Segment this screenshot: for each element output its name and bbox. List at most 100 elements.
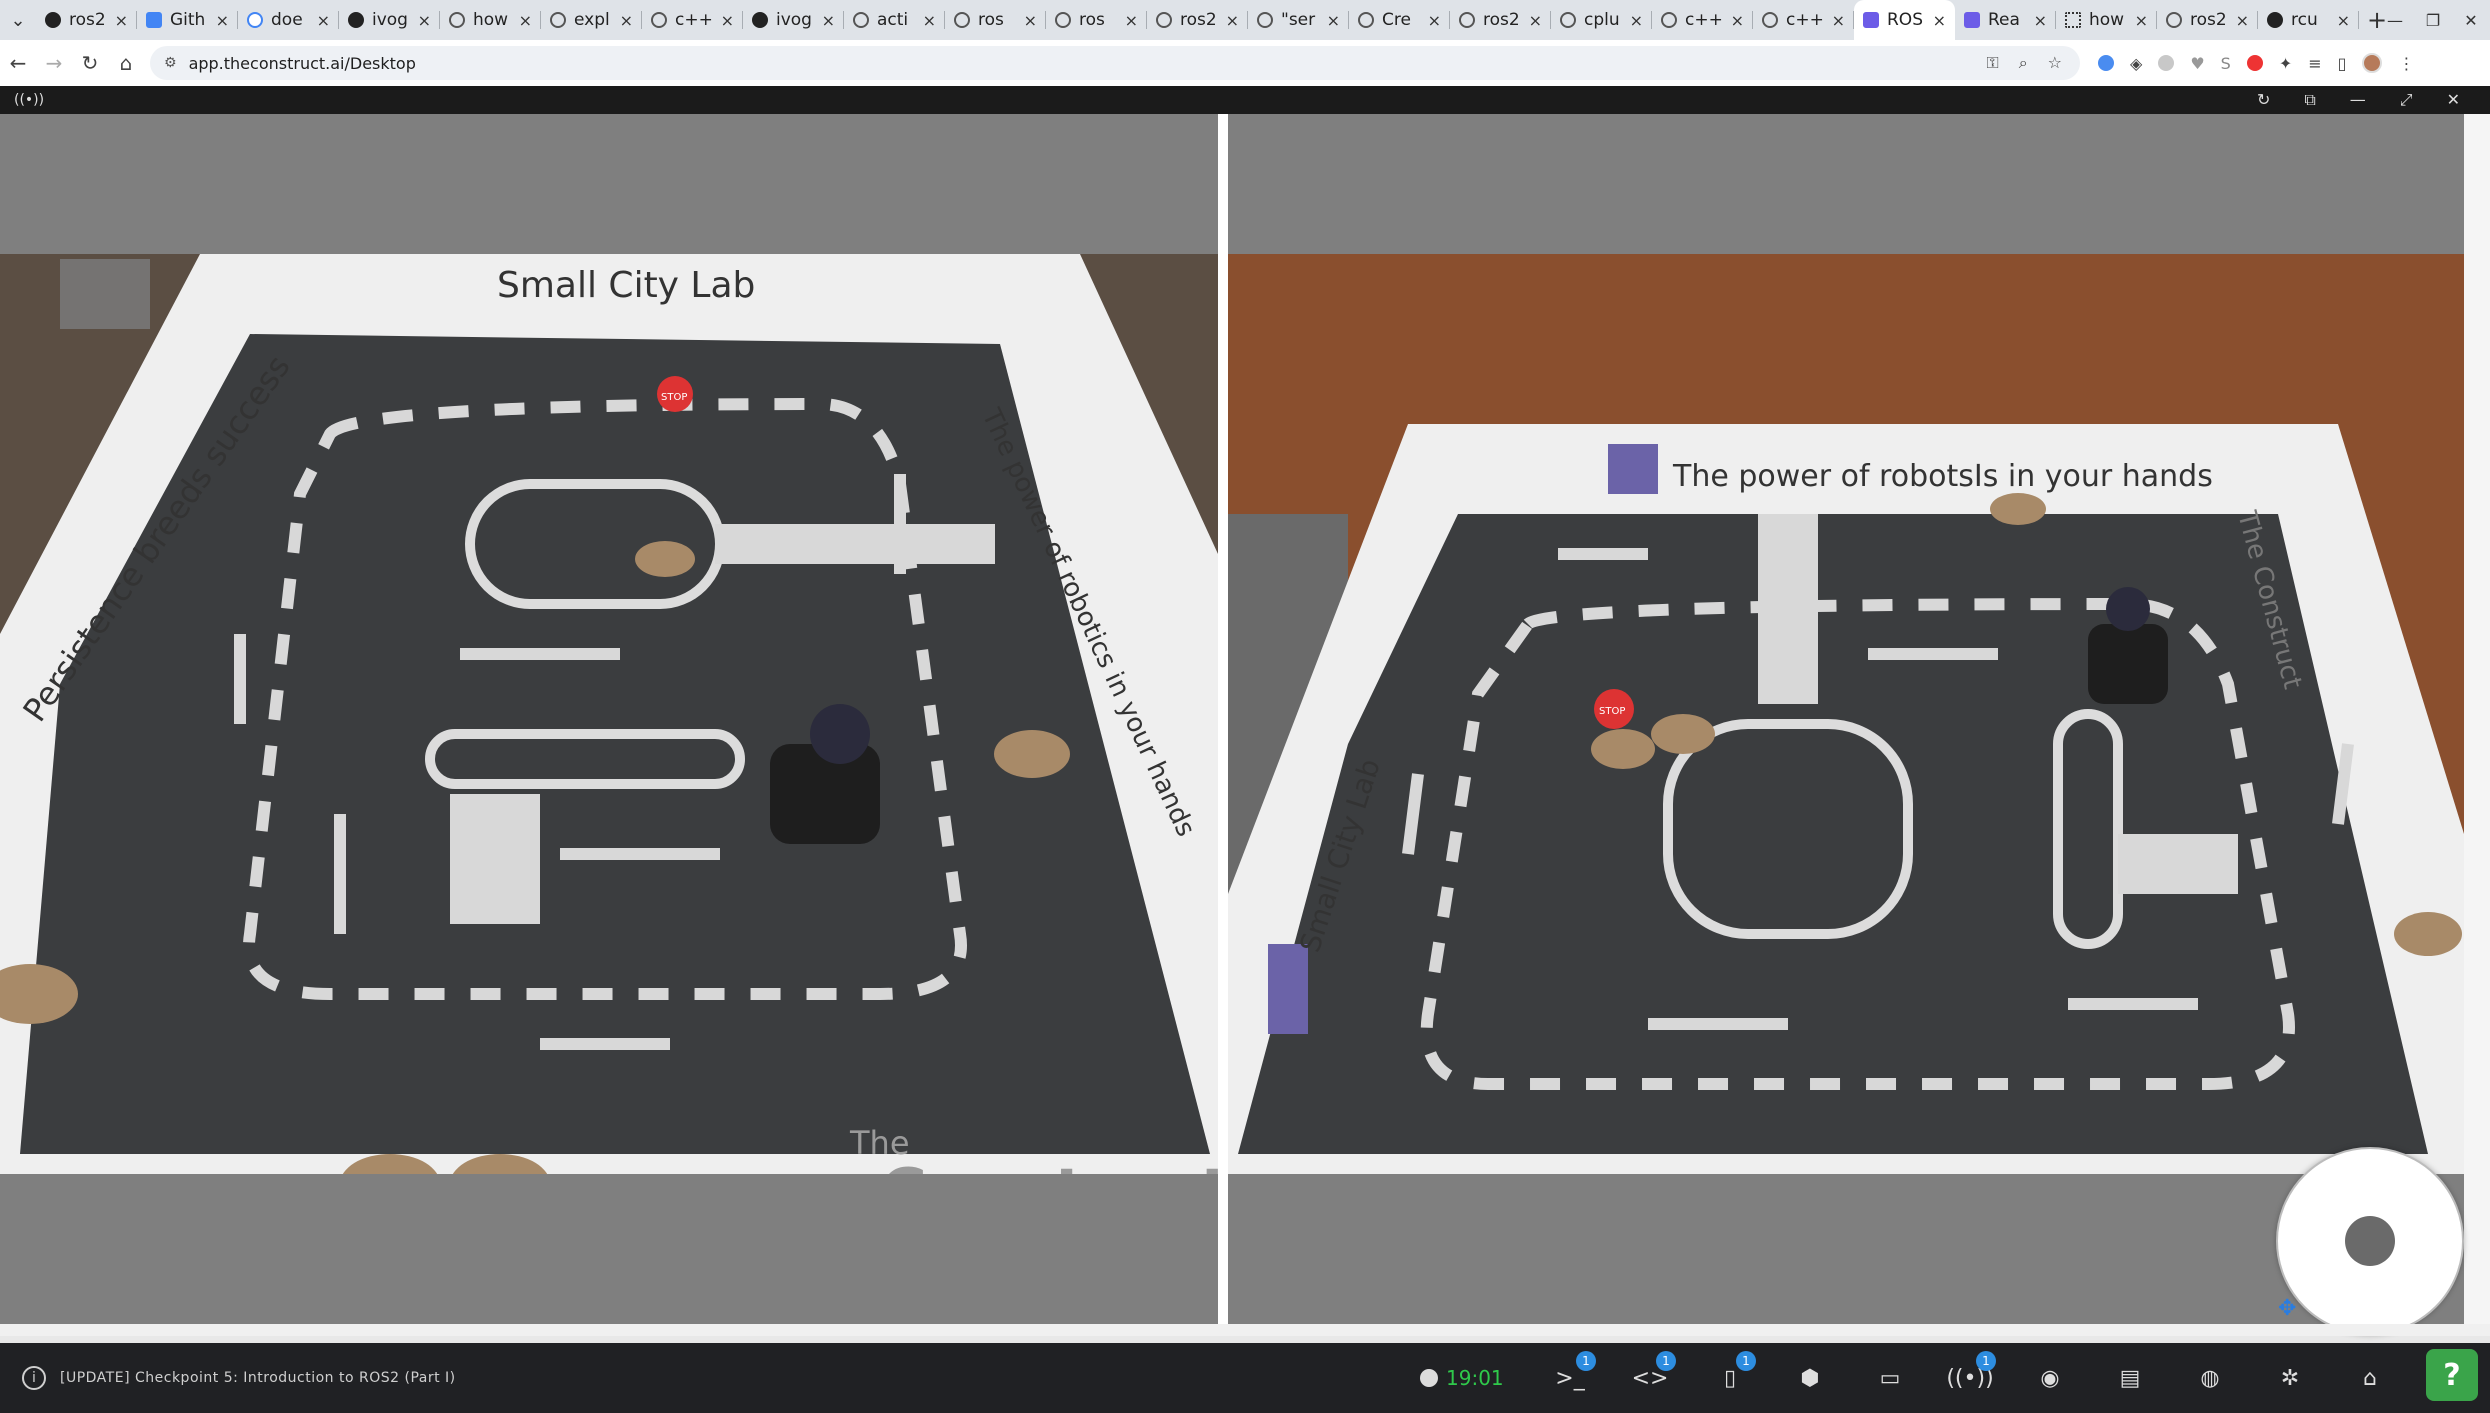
browser-tab[interactable]: ROS × bbox=[1854, 0, 1955, 40]
reload-button[interactable]: ↻ bbox=[72, 51, 108, 75]
tab-close-icon[interactable]: × bbox=[822, 11, 835, 30]
side-panel-icon[interactable]: ▯ bbox=[2338, 54, 2347, 73]
browser-tab[interactable]: acti × bbox=[844, 0, 945, 40]
home-icon[interactable]: ⌂ bbox=[2330, 1343, 2410, 1413]
vertical-scrollbar[interactable] bbox=[2464, 114, 2490, 1324]
browser-tab[interactable]: c++ × bbox=[642, 0, 743, 40]
help-button[interactable]: ? bbox=[2426, 1349, 2478, 1401]
browser-tab[interactable]: ros2 × bbox=[2157, 0, 2258, 40]
browser-tab[interactable]: ros2 × bbox=[1147, 0, 1248, 40]
red-extension-icon[interactable] bbox=[2246, 55, 2263, 71]
joystick-knob[interactable] bbox=[2345, 1216, 2395, 1266]
address-bar[interactable]: ⚙ app.theconstruct.ai/Desktop ⚿ ⌕ ☆ bbox=[150, 46, 2080, 80]
tab-close-icon[interactable]: × bbox=[115, 11, 128, 30]
browser-tab[interactable]: Cre × bbox=[1349, 0, 1450, 40]
notebook-icon[interactable]: ▯ 1 bbox=[1690, 1343, 1770, 1413]
tab-close-icon[interactable]: × bbox=[2034, 11, 2047, 30]
status-footer-strip bbox=[0, 1324, 2490, 1336]
browser-tab[interactable]: doe × bbox=[238, 0, 339, 40]
tab-close-icon[interactable]: × bbox=[317, 11, 330, 30]
forward-button[interactable]: → bbox=[36, 51, 72, 75]
profile-avatar[interactable] bbox=[2362, 53, 2383, 73]
puzzle-extensions-icon[interactable]: ✦ bbox=[2279, 54, 2292, 73]
github-icon bbox=[2267, 12, 2283, 28]
chatgpt-icon[interactable]: ✲ bbox=[2250, 1343, 2330, 1413]
browser-tab[interactable]: c++ × bbox=[1753, 0, 1854, 40]
browser-tab[interactable]: how × bbox=[2056, 0, 2157, 40]
browser-tab[interactable]: Gith × bbox=[137, 0, 238, 40]
real-robot-icon[interactable]: ((•)) 1 bbox=[1930, 1343, 2010, 1413]
browser-tab[interactable]: ivog × bbox=[743, 0, 844, 40]
browser-tab[interactable]: ros × bbox=[1046, 0, 1147, 40]
heart-extension-icon[interactable]: ♥ bbox=[2190, 54, 2204, 73]
close-window-icon[interactable]: ✕ bbox=[2452, 11, 2490, 30]
tab-close-icon[interactable]: × bbox=[1327, 11, 1340, 30]
browser-tab[interactable]: ros × bbox=[945, 0, 1046, 40]
browser-tab[interactable]: expl × bbox=[541, 0, 642, 40]
zoom-icon[interactable]: ⌕ bbox=[2019, 53, 2028, 73]
ai-robot-icon[interactable]: ◍ bbox=[2170, 1343, 2250, 1413]
gazebo-icon[interactable]: ⬢ bbox=[1770, 1343, 1850, 1413]
info-icon[interactable]: i bbox=[22, 1366, 46, 1390]
extension-1-icon[interactable] bbox=[2098, 55, 2114, 71]
tab-title: ivog bbox=[372, 10, 408, 30]
minimize-panel-icon[interactable]: — bbox=[2350, 90, 2366, 110]
tab-close-icon[interactable]: × bbox=[721, 11, 734, 30]
tab-search-button[interactable]: ⌄ bbox=[0, 0, 36, 40]
tab-close-icon[interactable]: × bbox=[1024, 11, 1037, 30]
browser-tab[interactable]: c++ × bbox=[1652, 0, 1753, 40]
browser-tab[interactable]: ivog × bbox=[339, 0, 440, 40]
browser-tab[interactable]: "ser × bbox=[1248, 0, 1349, 40]
fullscreen-icon[interactable]: ⤢ bbox=[2400, 90, 2413, 110]
browser-tab[interactable]: cplu × bbox=[1551, 0, 1652, 40]
media-control-icon[interactable]: ≡ bbox=[2308, 54, 2321, 73]
tab-close-icon[interactable]: × bbox=[1630, 11, 1643, 30]
close-panel-icon[interactable]: ✕ bbox=[2447, 90, 2460, 110]
gazebo-glyph: ⬢ bbox=[1800, 1365, 1820, 1391]
s-extension-icon[interactable]: S bbox=[2221, 54, 2231, 73]
minimize-icon[interactable]: — bbox=[2376, 11, 2414, 30]
teleop-joystick[interactable] bbox=[2276, 1147, 2464, 1335]
browser-menu-icon[interactable]: ⋮ bbox=[2398, 54, 2414, 73]
tab-close-icon[interactable]: × bbox=[1933, 11, 1946, 30]
tab-close-icon[interactable]: × bbox=[216, 11, 229, 30]
joystick-drag-icon[interactable]: ✥ bbox=[2278, 1296, 2296, 1321]
refresh-icon[interactable]: ↻ bbox=[2257, 90, 2270, 110]
tab-close-icon[interactable]: × bbox=[1428, 11, 1441, 30]
tab-list: ros2 × Gith × doe × ivog × how × expl × c++ × ivog × act… bbox=[36, 0, 2359, 40]
tab-close-icon[interactable]: × bbox=[1731, 11, 1744, 30]
tab-close-icon[interactable]: × bbox=[1226, 11, 1239, 30]
tab-close-icon[interactable]: × bbox=[418, 11, 431, 30]
code-editor-icon[interactable]: <> 1 bbox=[1610, 1343, 1690, 1413]
robot-icon[interactable]: ◉ bbox=[2010, 1343, 2090, 1413]
tab-close-icon[interactable]: × bbox=[923, 11, 936, 30]
browser-tab[interactable]: rcu × bbox=[2258, 0, 2359, 40]
tab-close-icon[interactable]: × bbox=[2337, 11, 2350, 30]
back-button[interactable]: ← bbox=[0, 51, 36, 75]
tab-close-icon[interactable]: × bbox=[519, 11, 532, 30]
browser-tab[interactable]: ros2 × bbox=[36, 0, 137, 40]
password-key-icon[interactable]: ⚿ bbox=[1987, 53, 1999, 73]
tab-close-icon[interactable]: × bbox=[2135, 11, 2148, 30]
browser-tab[interactable]: how × bbox=[440, 0, 541, 40]
terminal-icon[interactable]: >_ 1 bbox=[1530, 1343, 1610, 1413]
desktop-icon[interactable]: ▭ bbox=[1850, 1343, 1930, 1413]
home-button[interactable]: ⌂ bbox=[108, 51, 144, 75]
browser-tab[interactable]: ros2 × bbox=[1450, 0, 1551, 40]
browser-tab[interactable]: Rea × bbox=[1955, 0, 2056, 40]
tab-title: c++ bbox=[1685, 10, 1723, 30]
tab-close-icon[interactable]: × bbox=[1529, 11, 1542, 30]
restore-icon[interactable]: ❐ bbox=[2414, 11, 2452, 30]
layers-extension-icon[interactable]: ◈ bbox=[2130, 54, 2142, 73]
book-icon[interactable]: ▤ bbox=[2090, 1343, 2170, 1413]
tab-close-icon[interactable]: × bbox=[2236, 11, 2249, 30]
site-info-icon[interactable]: ⚙ bbox=[164, 55, 177, 71]
update-notice[interactable]: [UPDATE] Checkpoint 5: Introduction to R… bbox=[60, 1370, 456, 1386]
tab-close-icon[interactable]: × bbox=[1125, 11, 1138, 30]
tab-title: expl bbox=[574, 10, 610, 30]
open-external-icon[interactable]: ⧉ bbox=[2304, 90, 2315, 110]
bookmark-star-icon[interactable]: ☆ bbox=[2048, 53, 2062, 73]
extension-3-icon[interactable] bbox=[2158, 55, 2175, 71]
tab-close-icon[interactable]: × bbox=[1832, 11, 1845, 30]
tab-close-icon[interactable]: × bbox=[620, 11, 633, 30]
